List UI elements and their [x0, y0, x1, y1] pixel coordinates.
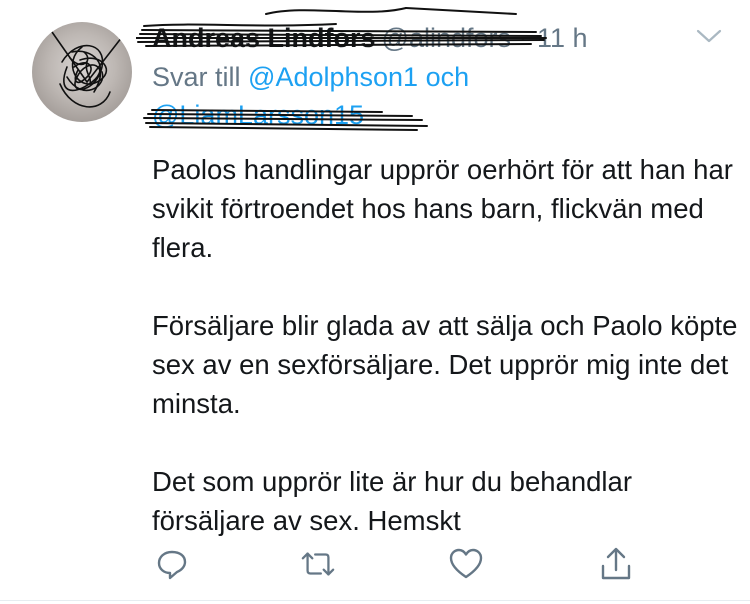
avatar[interactable]: [32, 22, 132, 122]
avatar-scribble: [51, 31, 123, 108]
retweet-icon[interactable]: [300, 546, 336, 582]
chevron-down-icon[interactable]: [694, 24, 724, 48]
reply-to-prefix: Svar till: [152, 62, 241, 92]
tweet-text: Paolos handlingar upprör oerhört för att…: [152, 150, 742, 540]
reply-to-conjunction: och: [425, 62, 470, 92]
share-icon[interactable]: [598, 546, 634, 582]
reply-icon[interactable]: [154, 546, 190, 582]
reply-handle-redaction: [143, 109, 428, 131]
tweet-paragraph-1: Paolos handlingar upprör oerhört för att…: [152, 154, 733, 263]
divider: [0, 600, 750, 601]
like-icon[interactable]: [448, 546, 484, 582]
tweet-paragraph-2: Försäljare blir glada av att sälja och P…: [152, 310, 738, 419]
name-redaction: [136, 7, 547, 47]
tweet-actions: [0, 540, 750, 590]
reply-to-user-1[interactable]: @Adolphson1: [248, 62, 418, 92]
tweet-paragraph-3: Det som upprör lite är hur du behandlar …: [152, 466, 632, 536]
